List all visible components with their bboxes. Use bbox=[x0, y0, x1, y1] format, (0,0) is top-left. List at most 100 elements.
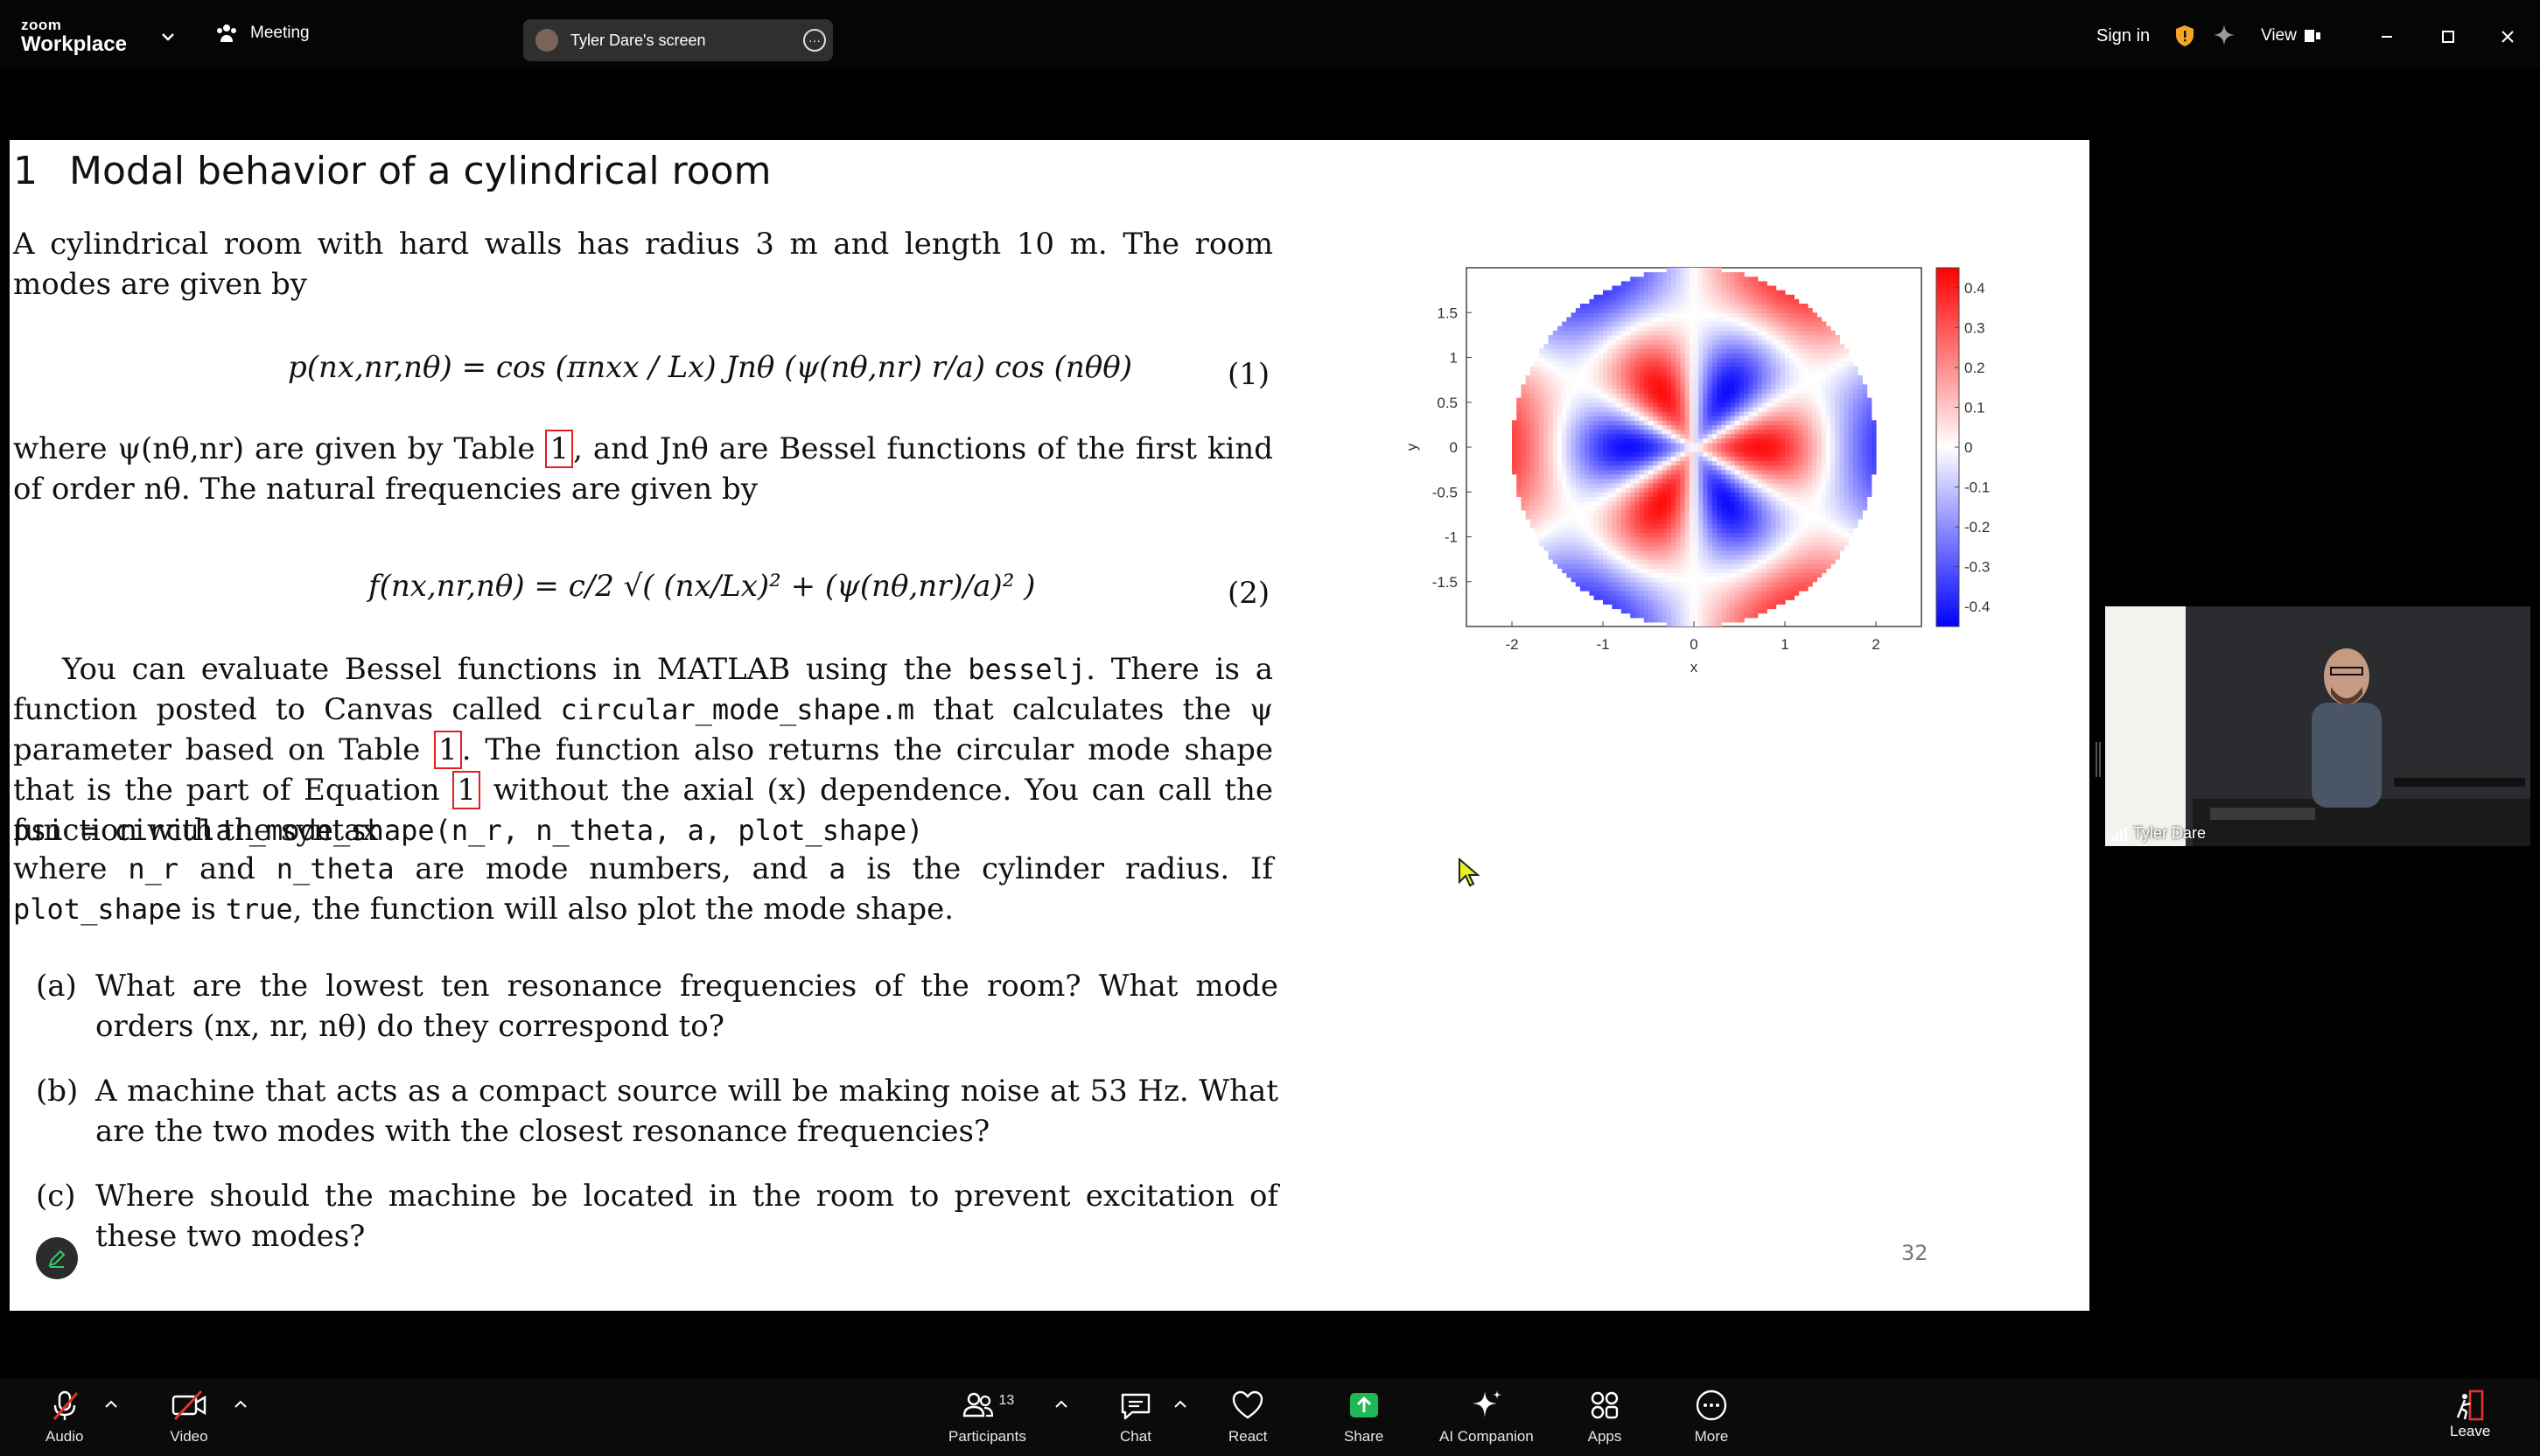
heatmap-cell bbox=[1711, 577, 1718, 583]
heatmap-cell bbox=[1785, 478, 1790, 484]
heatmap-cell bbox=[1639, 545, 1645, 551]
heatmap-cell bbox=[1703, 330, 1709, 336]
heatmap-cell bbox=[1539, 370, 1544, 376]
heatmap-cell bbox=[1698, 555, 1704, 560]
heatmap-cell bbox=[1612, 285, 1618, 291]
heatmap-cell bbox=[1802, 496, 1809, 502]
heatmap-cell bbox=[1598, 420, 1604, 425]
heatmap-cell bbox=[1757, 442, 1763, 448]
heatmap-cell bbox=[1521, 456, 1527, 461]
heatmap-cell bbox=[1853, 523, 1858, 528]
equation-reference-link[interactable]: 1 bbox=[452, 771, 481, 809]
heatmap-cell bbox=[1717, 536, 1722, 542]
heatmap-cell bbox=[1839, 420, 1845, 425]
heatmap-cell bbox=[1620, 326, 1627, 332]
heatmap-cell bbox=[1598, 429, 1604, 435]
minimize-icon[interactable] bbox=[2369, 19, 2404, 54]
heatmap-cell bbox=[1616, 340, 1622, 345]
heatmap-cell bbox=[1676, 532, 1681, 538]
heatmap-cell bbox=[1848, 384, 1854, 389]
heatmap-cell bbox=[1557, 340, 1563, 345]
heatmap-cell bbox=[1821, 483, 1827, 488]
heatmap-cell bbox=[1707, 581, 1713, 587]
heatmap-cell bbox=[1589, 366, 1595, 372]
heatmap-cell bbox=[1775, 424, 1781, 430]
heatmap-cell bbox=[1816, 447, 1823, 452]
heatmap-cell bbox=[1808, 514, 1813, 520]
heatmap-cell bbox=[1589, 308, 1595, 313]
heatmap-cell bbox=[1794, 433, 1800, 439]
heatmap-cell bbox=[1816, 460, 1823, 466]
heatmap-cell bbox=[1680, 519, 1686, 524]
heatmap-cell bbox=[1744, 276, 1749, 282]
heatmap-cell bbox=[1548, 375, 1554, 381]
heatmap-cell bbox=[1684, 406, 1690, 412]
heatmap-cell bbox=[1666, 536, 1672, 542]
heatmap-cell bbox=[1643, 317, 1649, 323]
heatmap-cell bbox=[1607, 532, 1613, 538]
heatmap-cell bbox=[1680, 577, 1686, 583]
table-reference-link[interactable]: 1 bbox=[434, 731, 462, 769]
heatmap-cell bbox=[1676, 541, 1681, 547]
heatmap-cell bbox=[1717, 496, 1722, 502]
heatmap-cell bbox=[1548, 361, 1554, 368]
view-button[interactable]: View bbox=[2261, 26, 2321, 46]
heatmap-cell bbox=[1680, 514, 1686, 520]
heatmap-cell bbox=[1539, 514, 1544, 520]
heatmap-cell bbox=[1711, 505, 1718, 511]
heatmap-cell bbox=[1616, 402, 1622, 408]
heatmap-cell bbox=[1626, 447, 1631, 452]
heatmap-cell bbox=[1698, 514, 1704, 520]
heatmap-cell bbox=[1835, 514, 1840, 520]
more-options-icon[interactable]: ··· bbox=[803, 29, 826, 52]
heatmap-cell bbox=[1612, 290, 1618, 296]
heatmap-cell bbox=[1748, 564, 1754, 569]
heatmap-cell bbox=[1543, 519, 1550, 524]
heatmap-cell bbox=[1543, 388, 1550, 395]
heatmap-cell bbox=[1657, 442, 1663, 448]
heatmap-cell bbox=[1780, 519, 1786, 524]
heatmap-cell bbox=[1785, 304, 1790, 309]
heatmap-cell bbox=[1671, 487, 1676, 493]
heatmap-cell bbox=[1694, 348, 1699, 354]
sign-in-link[interactable]: Sign in bbox=[2096, 26, 2150, 46]
heatmap-cell bbox=[1753, 500, 1759, 507]
shared-screen-indicator[interactable]: Tyler Dare's screen ··· bbox=[523, 19, 833, 61]
heatmap-cell bbox=[1802, 370, 1809, 376]
close-icon[interactable] bbox=[2490, 19, 2525, 54]
heatmap-cell bbox=[1680, 281, 1686, 287]
heatmap-cell bbox=[1757, 353, 1763, 359]
heatmap-cell bbox=[1839, 424, 1845, 430]
heatmap-cell bbox=[1589, 384, 1595, 389]
heatmap-cell bbox=[1739, 388, 1745, 395]
heatmap-cell bbox=[1821, 473, 1827, 480]
table-reference-link[interactable]: 1 bbox=[545, 430, 574, 468]
maximize-icon[interactable] bbox=[2431, 19, 2466, 54]
heatmap-cell bbox=[1821, 402, 1827, 408]
heatmap-cell bbox=[1703, 442, 1709, 448]
heatmap-cell bbox=[1676, 384, 1681, 389]
meeting-button[interactable]: Meeting bbox=[215, 23, 310, 44]
shield-icon[interactable] bbox=[2175, 24, 2194, 47]
heatmap-cell bbox=[1775, 456, 1781, 461]
heatmap-cell bbox=[1566, 402, 1572, 408]
heatmap-cell bbox=[1671, 406, 1676, 412]
heatmap-cell bbox=[1543, 541, 1550, 547]
heatmap-cell bbox=[1580, 523, 1585, 528]
heatmap-cell bbox=[1580, 438, 1585, 444]
heatmap-cell bbox=[1753, 317, 1759, 323]
heatmap-cell bbox=[1730, 272, 1736, 277]
heatmap-cell bbox=[1780, 380, 1786, 385]
heatmap-cell bbox=[1598, 572, 1604, 578]
heatmap-cell bbox=[1643, 581, 1649, 587]
chevron-down-icon[interactable] bbox=[157, 26, 178, 47]
heatmap-cell bbox=[1585, 348, 1590, 354]
heatmap-cell bbox=[1734, 536, 1740, 542]
heatmap-cell bbox=[1535, 487, 1540, 493]
annotate-pen-button[interactable] bbox=[36, 1237, 78, 1279]
heatmap-cell bbox=[1744, 460, 1749, 466]
heatmap-cell bbox=[1575, 340, 1581, 345]
ai-sparkle-icon[interactable] bbox=[2212, 23, 2236, 47]
heatmap-cell bbox=[1816, 568, 1823, 574]
heatmap-cell bbox=[1771, 375, 1777, 381]
